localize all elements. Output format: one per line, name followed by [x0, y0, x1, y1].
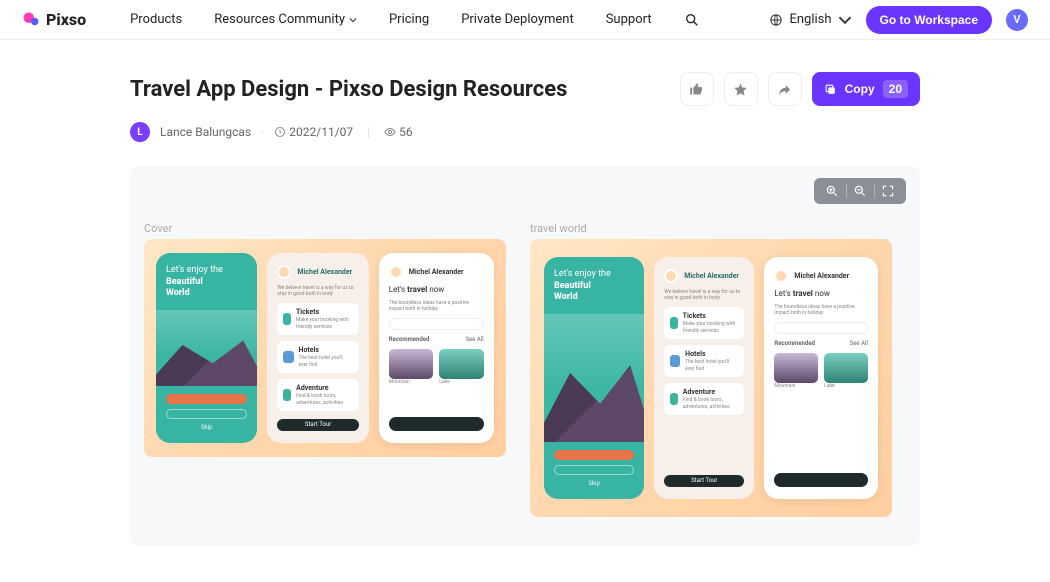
date: 2022/11/07 — [274, 125, 353, 139]
copy-count: 20 — [883, 80, 908, 98]
chevron-down-icon — [349, 16, 357, 24]
pixso-logo-icon — [22, 11, 40, 29]
go-to-workspace-button[interactable]: Go to Workspace — [866, 6, 992, 34]
phone-travel-now: Michel Alexander Let's travel now The bo… — [379, 253, 494, 443]
design-canvas[interactable]: Cover Let's enjoy theBeautifulWorld Skip… — [130, 166, 920, 546]
nav-deployment[interactable]: Private Deployment — [461, 12, 574, 27]
author-avatar[interactable]: L — [130, 122, 150, 142]
nav-resources[interactable]: Resources Community — [214, 12, 357, 27]
copy-label: Copy — [845, 82, 875, 96]
fullscreen-icon — [881, 184, 895, 198]
frame-label: Cover — [144, 222, 506, 235]
clock-icon — [274, 126, 286, 138]
signin-pill — [554, 450, 634, 460]
share-button[interactable] — [768, 72, 802, 106]
nav-pricing[interactable]: Pricing — [389, 12, 429, 27]
zoom-out-button[interactable] — [846, 180, 874, 202]
copy-icon — [824, 83, 837, 96]
views: 56 — [384, 125, 413, 139]
nav-products[interactable]: Products — [130, 12, 182, 27]
logo[interactable]: Pixso — [22, 10, 86, 29]
phone-travel-now: Michel Alexander Let's travel now The bo… — [764, 257, 878, 499]
travel-world-mockup: Let's enjoy theBeautifulWorld Skip Miche… — [530, 239, 892, 517]
share-icon — [777, 82, 792, 97]
star-icon — [733, 82, 748, 97]
phone-onboarding: Let's enjoy theBeautifulWorld Skip — [156, 253, 257, 443]
author-name[interactable]: Lance Balungcas — [160, 125, 251, 139]
nav-support[interactable]: Support — [606, 12, 652, 27]
search-icon[interactable] — [684, 12, 700, 28]
zoom-out-icon — [853, 184, 867, 198]
phone-onboarding: Let's enjoy theBeautifulWorld Skip — [544, 257, 644, 499]
language-switcher[interactable]: English — [769, 12, 851, 27]
frame-travel-world[interactable]: travel world Let's enjoy theBeautifulWor… — [530, 222, 892, 517]
zoom-in-button[interactable] — [818, 180, 846, 202]
copy-button[interactable]: Copy 20 — [812, 72, 920, 106]
frame-cover[interactable]: Cover Let's enjoy theBeautifulWorld Skip… — [144, 222, 506, 517]
canvas-toolbar — [814, 178, 906, 204]
favorite-button[interactable] — [724, 72, 758, 106]
frame-label: travel world — [530, 222, 892, 235]
phone-profile: Michel Alexander We believe travel is a … — [654, 257, 754, 499]
like-button[interactable] — [680, 72, 714, 106]
globe-icon — [769, 13, 783, 27]
signin-pill — [166, 394, 247, 404]
phone-profile: Michel Alexander We believe travel is a … — [267, 253, 368, 443]
thumbs-up-icon — [689, 82, 704, 97]
cover-mockup: Let's enjoy theBeautifulWorld Skip Miche… — [144, 239, 506, 457]
user-avatar[interactable]: V — [1006, 9, 1028, 31]
create-account-pill — [554, 465, 634, 475]
create-account-pill — [166, 409, 247, 419]
brand-name: Pixso — [46, 10, 86, 29]
meta-row: L Lance Balungcas · 2022/11/07 | 56 — [130, 122, 920, 142]
zoom-in-icon — [825, 184, 839, 198]
page-title: Travel App Design - Pixso Design Resourc… — [130, 77, 567, 102]
chevron-down-icon — [838, 13, 852, 27]
fullscreen-button[interactable] — [874, 180, 902, 202]
action-bar: Copy 20 — [680, 72, 920, 106]
eye-icon — [384, 126, 396, 138]
